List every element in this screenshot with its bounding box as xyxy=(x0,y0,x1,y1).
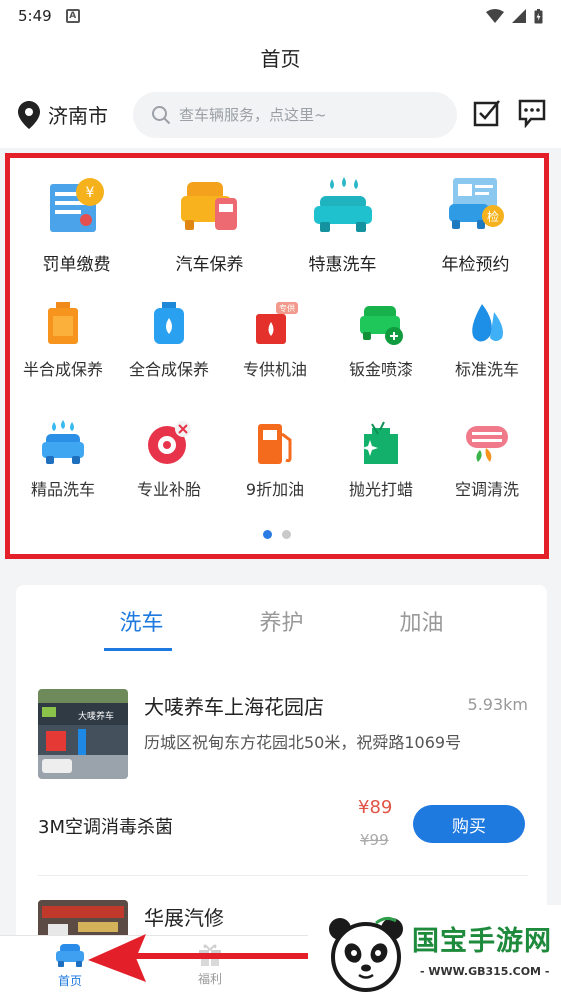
wifi-icon xyxy=(486,9,504,23)
search-input[interactable] xyxy=(179,106,429,124)
tab-home-label: 首页 xyxy=(57,974,82,988)
tab-car-wash[interactable]: 洗车 xyxy=(72,605,212,651)
spray-paint-icon xyxy=(360,306,403,345)
battery-icon xyxy=(534,8,543,23)
service-label: 专供机油 xyxy=(242,360,307,379)
deal-price: ¥89 xyxy=(358,797,393,818)
water-drop-icon xyxy=(472,304,503,342)
category-tabs: 洗车 养护 加油 xyxy=(16,605,547,651)
annotation-arrow-icon xyxy=(88,934,326,982)
oil-can-orange-icon xyxy=(48,302,78,344)
deal-item: 3M空调消毒杀菌 ¥89 ¥99 购买 xyxy=(38,795,528,855)
search-box[interactable] xyxy=(133,92,457,138)
city-name: 济南市 xyxy=(48,104,108,128)
tab-maintenance[interactable]: 养护 xyxy=(212,605,352,651)
car-home-icon xyxy=(56,944,84,967)
shop-address: 历城区祝甸东方花园北50米，祝舜路1069号 xyxy=(144,733,462,752)
svg-text:检: 检 xyxy=(486,209,498,224)
service-label: 标准洗车 xyxy=(454,360,519,379)
service-label: 空调清洗 xyxy=(454,480,519,499)
fuel-pump-icon xyxy=(258,424,292,464)
service-label: 半合成保养 xyxy=(22,360,103,379)
ticket-icon: ¥ xyxy=(49,178,104,232)
location-search-bar: 济南市 xyxy=(0,82,561,148)
page-indicator xyxy=(10,530,544,539)
shop-sign-text: 大唛养车 xyxy=(78,710,114,722)
shop-name: 华展汽修 xyxy=(144,906,224,930)
services-row-2: 半合成保养 全合成保养 专供 专供机油 钣金喷漆 标准洗车 xyxy=(10,300,544,380)
service-label: 专业补胎 xyxy=(136,480,201,499)
page-header: 首页 xyxy=(0,32,561,82)
services-row-1: ¥ 罚单缴费 汽车保养 特惠洗车 检 年检预约 xyxy=(10,176,544,275)
service-spray-paint[interactable]: 钣金喷漆 xyxy=(328,300,434,380)
shop-name: 大唛养车上海花园店 xyxy=(144,695,324,719)
divider xyxy=(38,875,528,876)
service-fuel-discount[interactable]: 9折加油 xyxy=(222,420,328,500)
deal-name: 3M空调消毒杀菌 xyxy=(38,817,173,838)
service-special-oil[interactable]: 专供 专供机油 xyxy=(222,300,328,380)
tab-fuel[interactable]: 加油 xyxy=(352,605,492,651)
page-dot-active[interactable] xyxy=(263,530,272,539)
inspection-icon: 检 xyxy=(448,178,504,229)
service-annual-inspection[interactable]: 检 年检预约 xyxy=(409,176,542,275)
polish-wax-icon xyxy=(362,421,398,464)
tire-repair-icon xyxy=(148,421,191,464)
service-full-synthetic[interactable]: 全合成保养 xyxy=(116,300,222,380)
watermark-brand: 国宝手游网 xyxy=(412,926,552,957)
service-label: 汽车保养 xyxy=(175,255,244,275)
service-label: 9折加油 xyxy=(245,480,305,499)
premium-wash-icon xyxy=(42,420,84,464)
service-polish-wax[interactable]: 抛光打蜡 xyxy=(328,420,434,500)
car-wash-icon xyxy=(313,177,372,232)
svg-text:¥: ¥ xyxy=(85,185,94,201)
oil-can-red-icon: 专供 xyxy=(256,302,298,344)
service-label: 抛光打蜡 xyxy=(348,480,413,499)
service-semi-synthetic[interactable]: 半合成保养 xyxy=(10,300,116,380)
shop-distance: 5.93km xyxy=(467,695,528,714)
buy-button[interactable]: 购买 xyxy=(413,805,525,843)
oil-bottle-blue-icon xyxy=(154,302,184,344)
status-bar: 5:49 A xyxy=(0,0,561,32)
search-icon xyxy=(152,106,171,125)
service-premium-wash[interactable]: 精品洗车 xyxy=(10,420,116,500)
ac-clean-icon xyxy=(466,426,508,462)
city-selector[interactable]: 济南市 xyxy=(18,100,108,129)
services-row-3: 精品洗车 专业补胎 9折加油 抛光打蜡 空调清洗 xyxy=(10,420,544,500)
location-pin-icon xyxy=(18,100,40,129)
status-icons xyxy=(486,8,543,24)
checkbox-icon[interactable] xyxy=(472,98,502,128)
notification-icon: A xyxy=(65,9,80,23)
car-maintenance-icon xyxy=(180,182,237,230)
page-title: 首页 xyxy=(260,46,301,71)
services-grid: ¥ 罚单缴费 汽车保养 特惠洗车 检 年检预约 半合成保养 全合成保养 专供 专… xyxy=(5,153,549,559)
message-icon[interactable] xyxy=(517,98,547,128)
service-car-maintenance[interactable]: 汽车保养 xyxy=(143,176,276,275)
service-label: 全合成保养 xyxy=(128,360,209,379)
shop-thumbnail: 大唛养车 xyxy=(38,689,128,779)
status-time: 5:49 xyxy=(18,7,52,25)
service-label: 年检预约 xyxy=(441,255,510,275)
service-label: 特惠洗车 xyxy=(308,255,377,275)
service-standard-wash[interactable]: 标准洗车 xyxy=(434,300,540,380)
service-fine-payment[interactable]: ¥ 罚单缴费 xyxy=(10,176,143,275)
service-tire-repair[interactable]: 专业补胎 xyxy=(116,420,222,500)
signal-icon xyxy=(512,9,526,23)
service-ac-cleaning[interactable]: 空调清洗 xyxy=(434,420,540,500)
shop-list-card: 洗车 养护 加油 大唛养车 大唛养车上海花园店 5.93km 历城区祝甸东方花园… xyxy=(16,585,547,945)
deal-original-price: ¥99 xyxy=(360,831,389,849)
service-car-wash-discount[interactable]: 特惠洗车 xyxy=(276,176,409,275)
page-dot[interactable] xyxy=(282,530,291,539)
service-label: 罚单缴费 xyxy=(42,255,111,275)
watermark-url: - WWW.GB315.COM - xyxy=(420,965,550,978)
svg-text:专供: 专供 xyxy=(279,303,295,313)
panda-logo-icon xyxy=(329,916,403,992)
watermark: 国宝手游网 - WWW.GB315.COM - xyxy=(308,905,561,997)
service-label: 钣金喷漆 xyxy=(348,360,413,379)
service-label: 精品洗车 xyxy=(30,480,95,499)
